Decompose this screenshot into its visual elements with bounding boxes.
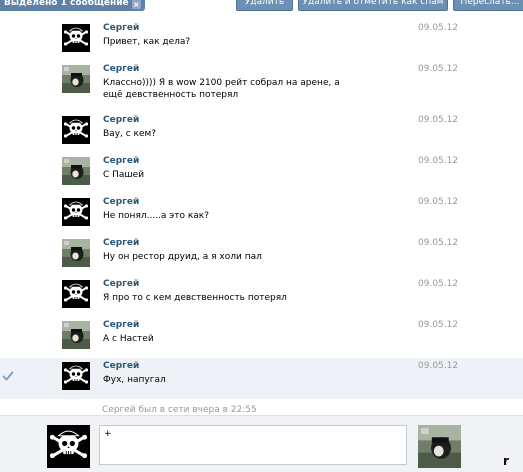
avatar[interactable] xyxy=(62,362,90,390)
message-text: Привет, как дела? xyxy=(103,37,191,47)
photo-avatar-icon xyxy=(62,157,90,185)
message-date: 09.05.12 xyxy=(418,115,459,125)
message-date: 09.05.12 xyxy=(418,197,459,207)
avatar[interactable] xyxy=(62,157,90,185)
delete-button[interactable]: Удалить xyxy=(236,0,293,11)
avatar[interactable] xyxy=(62,116,90,144)
selection-toolbar: Выделено 1 сообщение × Удалить Удалить и… xyxy=(0,0,523,13)
photo-avatar-icon xyxy=(62,65,90,93)
message-text: Вау, с кем? xyxy=(103,129,157,139)
pirate-skull-avatar-icon xyxy=(47,425,90,468)
message-row-selected[interactable]: Сергей Фух, напугал 09.05.12 xyxy=(0,358,523,399)
online-status-text: Сергей был в сети вчера в 22:55 xyxy=(102,405,257,415)
message-date: 09.05.12 xyxy=(418,279,459,289)
message-row[interactable]: Сергей А с Настей 09.05.12 xyxy=(0,317,523,358)
sender-name[interactable]: Сергей xyxy=(103,238,139,249)
message-row[interactable]: Сергей Я про то с кем девственность поте… xyxy=(0,276,523,317)
selection-badge[interactable]: Выделено 1 сообщение × xyxy=(0,0,145,11)
message-date: 09.05.12 xyxy=(418,23,459,33)
pirate-skull-avatar-icon xyxy=(62,362,90,390)
compose-area: + xyxy=(0,415,523,472)
message-row[interactable]: Сергей Не понял.....а это как? 09.05.12 xyxy=(0,194,523,235)
message-text: Я про то с кем девственность потерял xyxy=(103,293,287,303)
message-text: Ну он рестор друид, а я холи пал xyxy=(103,252,262,262)
message-text: Не понял.....а это как? xyxy=(103,211,210,221)
sender-name[interactable]: Сергей xyxy=(103,64,139,75)
message-input[interactable]: + xyxy=(99,425,407,465)
photo-avatar-icon xyxy=(62,239,90,267)
pirate-skull-avatar-icon xyxy=(62,116,90,144)
message-row[interactable]: Сергей Классно)))) Я в wow 2100 рейт соб… xyxy=(0,61,523,102)
avatar[interactable] xyxy=(62,280,90,308)
photo-avatar-icon xyxy=(62,321,90,349)
pirate-skull-avatar-icon xyxy=(62,198,90,226)
forward-button[interactable]: Переслать... xyxy=(453,0,523,11)
sender-name[interactable]: Сергей xyxy=(103,320,139,331)
message-text: Фух, напугал xyxy=(103,375,166,385)
my-avatar[interactable] xyxy=(47,425,90,468)
sender-name[interactable]: Сергей xyxy=(103,23,139,34)
message-date: 09.05.12 xyxy=(418,238,459,248)
message-date: 09.05.12 xyxy=(418,361,459,371)
message-date: 09.05.12 xyxy=(418,320,459,330)
pirate-skull-avatar-icon xyxy=(62,24,90,52)
close-icon[interactable]: × xyxy=(131,0,141,9)
sender-name[interactable]: Сергей xyxy=(103,156,139,167)
peer-avatar[interactable] xyxy=(418,425,461,468)
message-row[interactable]: Сергей Привет, как дела? 09.05.12 xyxy=(0,20,523,61)
message-text: Классно)))) Я в wow 2100 рейт собрал на … xyxy=(103,78,340,100)
checkmark-icon[interactable] xyxy=(2,370,14,382)
message-row[interactable]: Сергей Вау, с кем? 09.05.12 xyxy=(0,112,523,153)
delete-and-mark-spam-button[interactable]: Удалить и отметить как спам xyxy=(298,0,448,11)
message-text: А с Настей xyxy=(103,334,154,344)
pirate-skull-avatar-icon xyxy=(62,280,90,308)
corner-mark: r xyxy=(503,454,509,468)
selection-count-label: Выделено 1 сообщение xyxy=(4,0,129,8)
avatar[interactable] xyxy=(62,24,90,52)
sender-name[interactable]: Сергей xyxy=(103,361,139,372)
avatar[interactable] xyxy=(62,239,90,267)
sender-name[interactable]: Сергей xyxy=(103,115,139,126)
avatar[interactable] xyxy=(62,65,90,93)
sender-name[interactable]: Сергей xyxy=(103,197,139,208)
message-row[interactable]: Сергей С Пашей 09.05.12 xyxy=(0,153,523,194)
message-text: С Пашей xyxy=(103,170,145,180)
sender-name[interactable]: Сергей xyxy=(103,279,139,290)
message-date: 09.05.12 xyxy=(418,64,459,74)
message-row[interactable]: Сергей Ну он рестор друид, а я холи пал … xyxy=(0,235,523,276)
avatar[interactable] xyxy=(62,321,90,349)
avatar[interactable] xyxy=(62,198,90,226)
photo-avatar-icon xyxy=(418,425,461,468)
message-date: 09.05.12 xyxy=(418,156,459,166)
